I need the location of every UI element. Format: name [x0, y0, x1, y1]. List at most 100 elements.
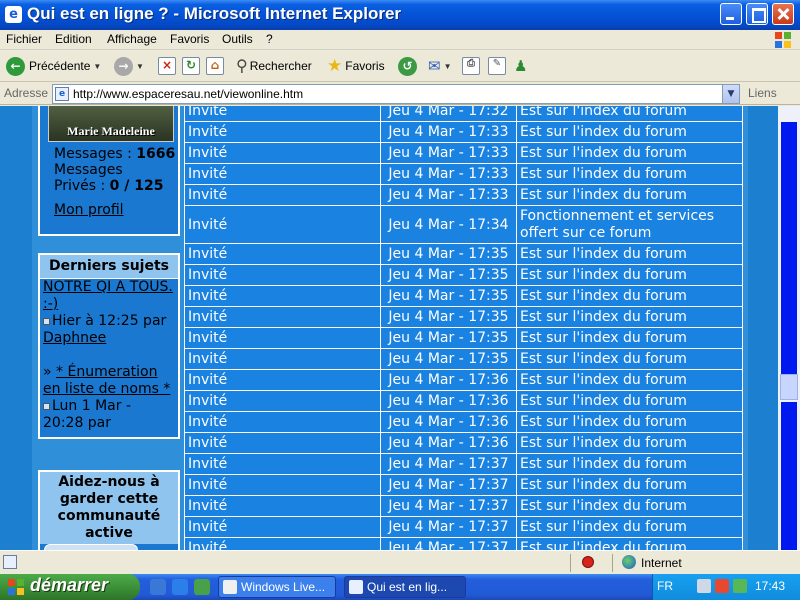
edit-icon: ✎: [488, 57, 506, 75]
table-row: Invité Jeu 4 Mar - 17:36 Est sur l'index d…: [184, 369, 743, 391]
user-cell: Invité: [184, 285, 381, 307]
user-cell: Invité: [184, 184, 381, 206]
menu-fichier[interactable]: Fichier: [6, 32, 42, 46]
activity-cell: Est sur l'index du forum: [516, 163, 743, 185]
edit-button[interactable]: ✎: [488, 55, 506, 77]
network-icon[interactable]: [697, 579, 711, 593]
activity-cell: Est sur l'index du forum: [516, 432, 743, 454]
mail-button[interactable]: ✉ ▼: [428, 55, 452, 77]
date-cell: Jeu 4 Mar - 17:36: [380, 369, 517, 391]
table-row: Invité Jeu 4 Mar - 17:33 Est sur l'index d…: [184, 142, 743, 164]
scrollbar-track[interactable]: [781, 402, 797, 550]
address-label: Adresse: [4, 86, 49, 100]
forward-button[interactable]: → ▼: [114, 55, 144, 77]
address-input[interactable]: e http://www.espaceresau.net/viewonline.…: [52, 84, 740, 104]
search-button[interactable]: ⚲ Rechercher: [236, 55, 312, 77]
date-cell: Jeu 4 Mar - 17:36: [380, 432, 517, 454]
home-button[interactable]: ⌂: [206, 55, 224, 77]
status-bar: Internet: [0, 550, 800, 574]
back-button[interactable]: ← Précédente ▼: [6, 55, 101, 77]
activity-cell: Est sur l'index du forum: [516, 453, 743, 475]
ie-icon: e: [5, 6, 22, 23]
show-desktop-icon[interactable]: [150, 579, 166, 595]
title-bar: e Qui est en ligne ? - Microsoft Interne…: [0, 0, 800, 30]
activity-cell: Est sur l'index du forum: [516, 390, 743, 412]
stop-icon: ×: [158, 57, 176, 75]
address-bar: Adresse e http://www.espaceresau.net/vie…: [0, 83, 800, 105]
table-row: Invité Jeu 4 Mar - 17:36 Est sur l'index d…: [184, 411, 743, 433]
messenger-tray-icon[interactable]: [733, 579, 747, 593]
taskbar: démarrer Windows Live... Qui est en lig.…: [0, 574, 800, 600]
address-dropdown-button[interactable]: ▼: [722, 85, 739, 103]
windows-logo-icon: [775, 32, 791, 48]
user-cell: Invité: [184, 537, 381, 550]
date-cell: Jeu 4 Mar - 17:35: [380, 348, 517, 370]
user-cell: Invité: [184, 306, 381, 328]
popup-blocked-icon[interactable]: [582, 556, 594, 568]
ie-quicklaunch-icon[interactable]: [172, 579, 188, 595]
stop-button[interactable]: ×: [158, 55, 176, 77]
links-button[interactable]: Liens: [748, 86, 777, 100]
topic-meta: Hier à 12:25 par: [52, 313, 167, 329]
messenger-button[interactable]: ♟: [514, 55, 527, 77]
page-right-border: [748, 106, 778, 550]
favorites-button[interactable]: ★ Favoris: [327, 55, 385, 77]
table-row: Invité Jeu 4 Mar - 17:35 Est sur l'index d…: [184, 348, 743, 370]
menu-edition[interactable]: Edition: [55, 32, 92, 46]
table-row: Invité Jeu 4 Mar - 17:37 Est sur l'index d…: [184, 537, 743, 550]
table-row: Invité Jeu 4 Mar - 17:35 Est sur l'index d…: [184, 243, 743, 265]
security-alert-icon[interactable]: [715, 579, 729, 593]
history-button[interactable]: ↺: [398, 55, 417, 77]
user-cell: Invité: [184, 142, 381, 164]
user-cell: Invité: [184, 243, 381, 265]
scrollbar-thumb[interactable]: [780, 374, 798, 400]
chevron-down-icon: ▼: [93, 61, 102, 71]
address-url[interactable]: http://www.espaceresau.net/viewonline.ht…: [73, 87, 303, 101]
print-button[interactable]: ⎙: [462, 55, 480, 77]
private-label: Privés :: [54, 178, 106, 194]
back-arrow-icon: ←: [6, 56, 25, 76]
maximize-button[interactable]: [746, 3, 768, 25]
topic-meta: Lun 1 Mar - 20:28 par: [43, 398, 132, 431]
topic-link[interactable]: NOTRE QI A TOUS. :-): [43, 279, 173, 312]
date-cell: Jeu 4 Mar - 17:37: [380, 537, 517, 550]
close-button[interactable]: [772, 3, 794, 25]
messenger-quicklaunch-icon[interactable]: [194, 579, 210, 595]
user-cell: Invité: [184, 348, 381, 370]
table-row: Invité Jeu 4 Mar - 17:34 Fonctionnement et…: [184, 205, 743, 244]
minimize-button[interactable]: [720, 3, 742, 25]
user-cell: Invité: [184, 411, 381, 433]
language-indicator[interactable]: FR: [657, 579, 673, 593]
internet-globe-icon: [622, 555, 636, 569]
home-icon: ⌂: [206, 57, 224, 75]
start-button[interactable]: démarrer: [0, 574, 140, 600]
menu-outils[interactable]: Outils: [222, 32, 253, 46]
menu-bar: Fichier Edition Affichage Favoris Outils…: [0, 30, 800, 50]
vertical-scrollbar[interactable]: [778, 106, 800, 550]
scrollbar-track[interactable]: [781, 122, 797, 374]
messenger-icon: ♟: [514, 58, 528, 75]
private-label-line1: Messages: [54, 162, 123, 178]
security-zone[interactable]: Internet: [641, 556, 682, 570]
task-ie-window[interactable]: Qui est en lig...: [344, 576, 466, 598]
task-label: Windows Live...: [241, 580, 326, 594]
task-windows-live[interactable]: Windows Live...: [218, 576, 336, 598]
table-row: Invité Jeu 4 Mar - 17:37 Est sur l'index d…: [184, 453, 743, 475]
activity-cell: Est sur l'index du forum: [516, 306, 743, 328]
table-row: Invité Jeu 4 Mar - 17:37 Est sur l'index d…: [184, 474, 743, 496]
user-cell: Invité: [184, 327, 381, 349]
menu-favoris[interactable]: Favoris: [170, 32, 209, 46]
menu-help[interactable]: ?: [266, 32, 273, 46]
activity-cell: Est sur l'index du forum: [516, 348, 743, 370]
mail-icon: ✉: [428, 58, 441, 75]
topic-link[interactable]: * Énumeration en liste de noms *: [43, 364, 170, 397]
activity-cell: Est sur l'index du forum: [516, 474, 743, 496]
menu-affichage[interactable]: Affichage: [107, 32, 157, 46]
activity-cell: Est sur l'index du forum: [516, 184, 743, 206]
profile-link[interactable]: Mon profil: [54, 202, 124, 218]
post-icon: [43, 317, 50, 325]
refresh-button[interactable]: ↻: [182, 55, 200, 77]
author-link[interactable]: Daphnee: [43, 330, 106, 346]
table-row: Invité Jeu 4 Mar - 17:33 Est sur l'index d…: [184, 163, 743, 185]
date-cell: Jeu 4 Mar - 17:33: [380, 142, 517, 164]
